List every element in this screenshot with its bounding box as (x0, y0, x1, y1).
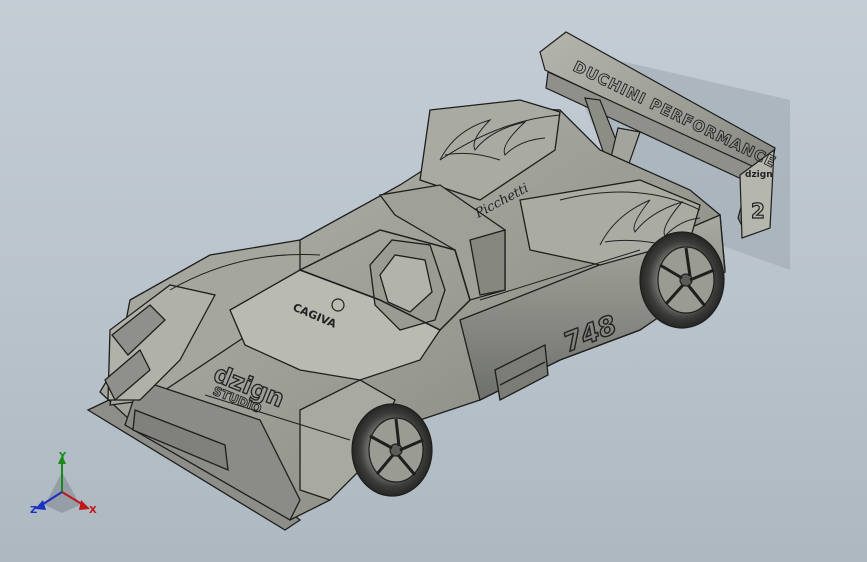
triad-z-label: Z (30, 505, 38, 516)
graphics-viewport[interactable]: DUCHINI PERFORMANCE dzign 2 Picchetti CA… (0, 0, 867, 562)
front-right-wheel[interactable] (351, 403, 433, 497)
car-model-svg[interactable]: DUCHINI PERFORMANCE dzign 2 Picchetti CA… (0, 0, 867, 562)
triad-y-label: Y (59, 451, 67, 462)
rear-right-wheel[interactable] (639, 231, 725, 329)
wing-logo: dzign (745, 170, 773, 180)
coordinate-triad (35, 455, 90, 513)
wing-badge: 2 (751, 199, 765, 223)
triad-x-label: X (89, 505, 97, 516)
